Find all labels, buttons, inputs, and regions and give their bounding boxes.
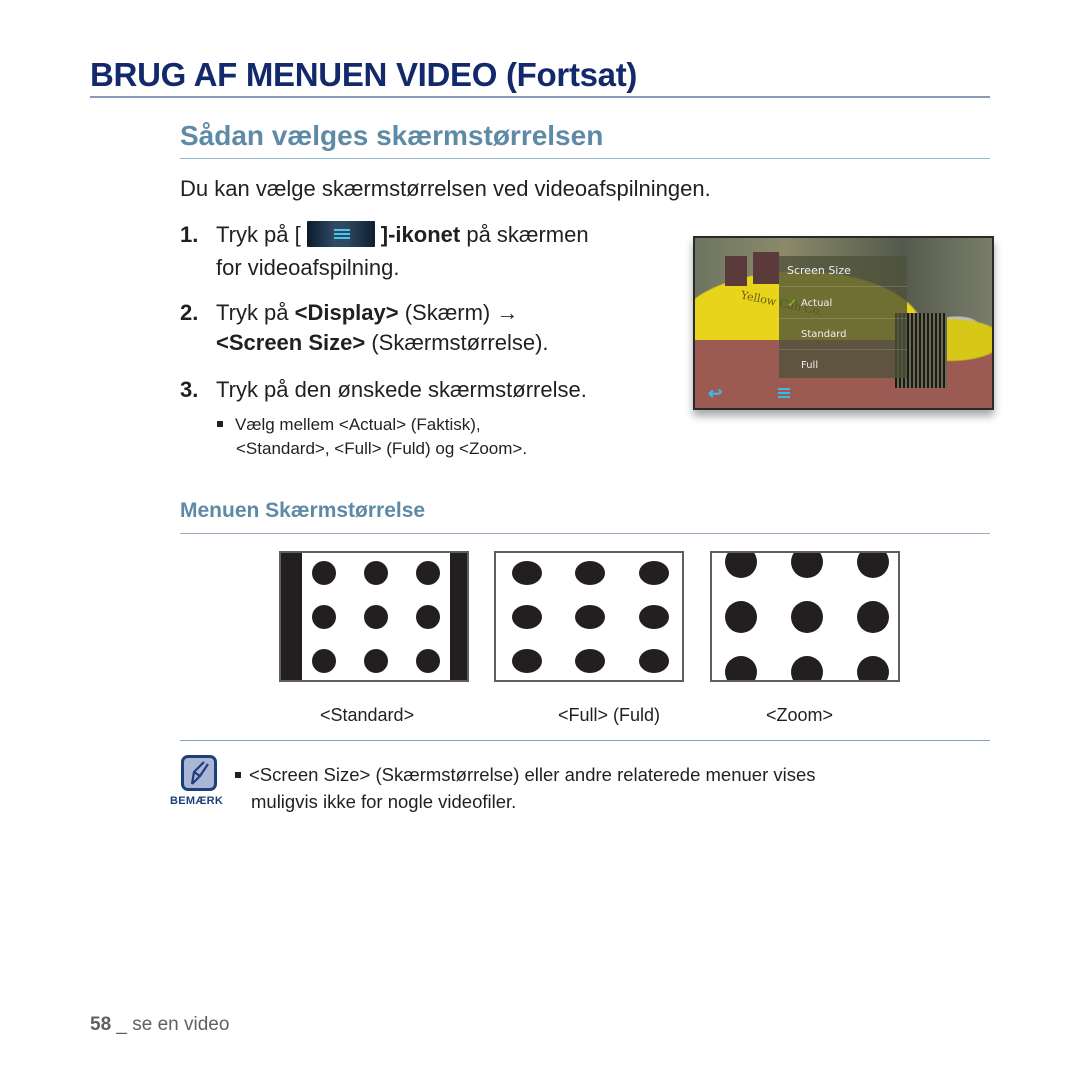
dot: [857, 656, 889, 680]
note-pencil-icon: [181, 755, 217, 791]
taxi-window: [725, 256, 747, 286]
bullet-icon: [235, 771, 241, 778]
full-svg: [512, 561, 669, 673]
dot: [312, 561, 336, 585]
screen-size-label: <Screen Size>: [216, 330, 366, 355]
step-text-bold: ]-ikonet: [380, 222, 461, 247]
dot: [575, 605, 605, 629]
zoom-svg: [725, 553, 889, 680]
step-text-rest: på skærmen: [460, 222, 589, 247]
subsection-title: Menuen Skærmstørrelse: [180, 499, 426, 522]
footer-chapter: se en video: [132, 1014, 230, 1035]
page-footer: 58 _ se en video: [90, 1014, 229, 1036]
page-title: BRUG AF MENUEN VIDEO (Fortsat): [90, 56, 638, 93]
dot: [857, 553, 889, 578]
note-line2: muligvis ikke for nogle videofiler.: [251, 791, 517, 812]
bullet-line2: <Standard>, <Full> (Fuld) og <Zoom>.: [236, 439, 528, 458]
intro-text: Du kan vælge skærmstørrelsen ved videoaf…: [180, 176, 711, 201]
dot: [639, 605, 669, 629]
subsection-divider: [180, 533, 990, 534]
dot: [416, 561, 440, 585]
dot: [791, 601, 823, 633]
dot: [512, 649, 542, 673]
note-divider: [180, 740, 990, 741]
menu-icon[interactable]: [778, 388, 790, 400]
dot: [725, 553, 757, 578]
dot: [512, 561, 542, 585]
dot: [575, 649, 605, 673]
section-divider: [180, 158, 990, 159]
dot: [364, 649, 388, 673]
step-text-prefix: Tryk på [: [216, 222, 301, 247]
step-text-prefix: Tryk på: [216, 300, 295, 325]
dot: [639, 649, 669, 673]
note-label: BEMÆRK: [170, 795, 224, 807]
bullet-icon: [217, 421, 223, 428]
menu-option-standard[interactable]: Standard: [801, 329, 929, 340]
dot: [857, 601, 889, 633]
step-text: Tryk på den ønskede skærmstørrelse.: [216, 377, 587, 402]
device-screenshot: Yellow Cab Co. Screen Size ✓Actual Stand…: [693, 236, 994, 410]
dot: [416, 605, 440, 629]
dot: [791, 656, 823, 680]
check-icon: ✓: [787, 296, 798, 310]
note-line1: <Screen Size> (Skærmstørrelse) eller and…: [235, 761, 816, 788]
standard-svg: [281, 553, 467, 680]
dot: [639, 561, 669, 585]
letterbox-bar-right: [450, 553, 467, 680]
step-text-mid: (Skærm) →: [398, 300, 519, 325]
step-number: 3.: [180, 377, 199, 402]
step-number: 1.: [180, 222, 199, 247]
dot: [312, 649, 336, 673]
label-full: <Full> (Fuld): [558, 705, 661, 725]
diagram-full: [494, 551, 684, 682]
label-standard: <Standard>: [320, 705, 415, 725]
dot: [312, 605, 336, 629]
step-text-line2: for videoafspilning.: [216, 255, 400, 280]
dot: [725, 656, 757, 680]
menu-option-actual[interactable]: ✓ Actual: [787, 296, 929, 310]
step-text-line2: <Screen Size> (Skærmstørrelse).: [216, 327, 549, 358]
taxi-window: [753, 252, 779, 284]
display-label: <Display>: [294, 300, 399, 325]
back-icon[interactable]: ↩: [708, 384, 722, 404]
footer-separator: _: [111, 1014, 133, 1035]
menu-divider: [779, 318, 907, 319]
option-label: Actual: [801, 298, 833, 309]
screen-size-menu: Screen Size ✓ Actual Standard Full: [779, 256, 907, 378]
step-number: 2.: [180, 300, 199, 325]
bullet-item: Vælg mellem <Actual> (Faktisk),: [213, 413, 481, 437]
note-text: <Screen Size> (Skærmstørrelse) eller and…: [249, 764, 816, 785]
diagram-zoom: [710, 551, 900, 682]
section-title: Sådan vælges skærmstørrelsen: [180, 120, 604, 151]
dot: [791, 553, 823, 578]
menu-divider: [779, 286, 907, 287]
page-number: 58: [90, 1014, 112, 1035]
step-text-rest: (Skærmstørrelse).: [365, 330, 549, 355]
step-text: Tryk på [ ]-ikonet på skærmen: [216, 219, 589, 250]
step-text: Tryk på <Display> (Skærm) →: [216, 297, 518, 328]
label-zoom: <Zoom>: [766, 705, 834, 725]
title-divider: [90, 96, 990, 98]
dot: [575, 561, 605, 585]
dot: [725, 601, 757, 633]
menu-option-full[interactable]: Full: [801, 360, 929, 371]
diagram-standard: [279, 551, 469, 682]
menu-icon: [306, 221, 375, 248]
bullet-line1: Vælg mellem <Actual> (Faktisk),: [235, 415, 481, 434]
dot: [416, 649, 440, 673]
dot: [512, 605, 542, 629]
dot: [364, 561, 388, 585]
letterbox-bar-left: [281, 553, 302, 680]
dot: [364, 605, 388, 629]
menu-title: Screen Size: [787, 264, 851, 277]
menu-divider: [779, 349, 907, 350]
